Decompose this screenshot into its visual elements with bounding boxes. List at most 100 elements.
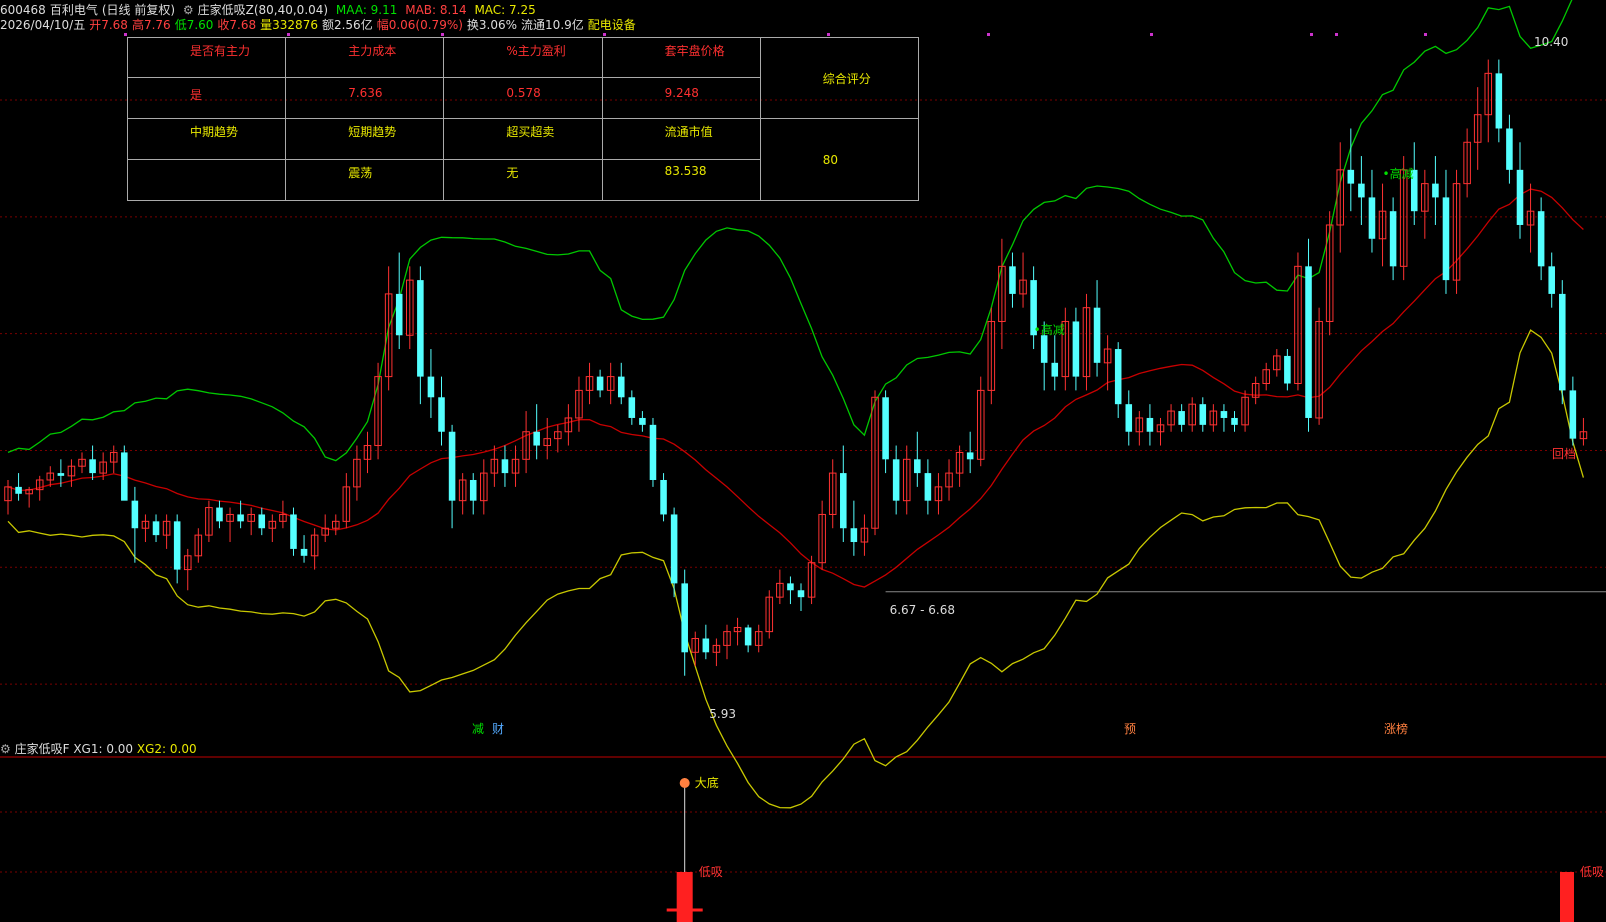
header-line-2: 2026/04/10/五 开7.68 高7.76 低7.60 收7.68 量332876 额… <box>0 17 640 33</box>
dixi-label: 低吸 <box>699 865 723 879</box>
candle-body <box>596 376 604 391</box>
subchart-header: ⚙ 庄家低吸F XG1: 0.00 XG2: 0.00 <box>0 740 197 757</box>
signal-tag: 减 <box>472 722 484 736</box>
low-price-label: 5.93 <box>709 707 736 721</box>
table-cell: 超买超卖 <box>443 118 603 160</box>
candle-body <box>1125 404 1133 432</box>
period-label[interactable]: (日线 前复权) <box>102 3 175 17</box>
candle-body <box>427 376 435 398</box>
candle-body <box>924 473 932 501</box>
signal-label: •高减 <box>1383 166 1414 181</box>
candle-body <box>131 500 139 529</box>
subchart-name[interactable]: 庄家低吸F <box>15 742 70 756</box>
candle-body <box>1347 169 1355 184</box>
score-value: 80 <box>759 118 920 201</box>
candle-body <box>1231 417 1238 425</box>
dadi-icon <box>679 778 690 788</box>
candle-body <box>121 452 128 501</box>
candle-body <box>1495 73 1503 129</box>
candle-body <box>533 431 540 446</box>
dixi-bar <box>1560 872 1574 922</box>
candle-body <box>1432 183 1439 198</box>
signal-tag: 预 <box>1124 722 1136 736</box>
candle-body <box>469 479 477 501</box>
table-cell: 流通市值 <box>601 118 761 160</box>
middle-band-line <box>7 188 1584 588</box>
header-line-1: 600468 百利电气 (日线 前复权) ⚙ 庄家低吸Z(80,40,0.04) MA… <box>0 2 540 18</box>
dixi-label: 低吸 <box>1580 865 1604 879</box>
candle-body <box>1051 362 1059 377</box>
turnover-value: 换3.06% <box>466 18 518 32</box>
candle-body <box>1506 128 1513 170</box>
stock-code: 600468 <box>0 3 46 17</box>
marker-dot <box>287 33 290 36</box>
candle-body <box>840 473 847 529</box>
xg1-value: XG1: 0.00 <box>73 742 134 756</box>
candle-body <box>417 280 424 377</box>
table-cell: 震荡 <box>285 159 445 201</box>
candle-body <box>1358 183 1365 198</box>
candle-body <box>1178 411 1185 425</box>
signal-tag: 涨榜 <box>1384 721 1408 736</box>
range-label: 6.67 - 6.68 <box>890 603 955 617</box>
candle-body <box>628 397 636 418</box>
dadi-label: 大底 <box>695 775 719 790</box>
table-cell <box>126 159 287 201</box>
candle-body <box>797 590 805 598</box>
candle-body <box>702 638 710 653</box>
candle-body <box>173 521 181 570</box>
marker-dot <box>1150 33 1153 36</box>
candle-body <box>1548 266 1555 294</box>
candle-body <box>1072 321 1080 377</box>
candle-body <box>670 514 678 584</box>
candle-body <box>1559 293 1566 391</box>
candle-body <box>237 514 244 522</box>
candle-body <box>438 397 445 432</box>
candle-body <box>1305 266 1312 418</box>
candle-body <box>617 376 625 398</box>
candle-body <box>744 627 752 646</box>
gear-icon[interactable]: ⚙ <box>183 3 194 17</box>
table-cell: 9.248 <box>601 77 761 119</box>
date-label: 2026/04/10/五 <box>0 18 86 32</box>
marker-dot <box>124 33 127 36</box>
low-value: 低7.60 <box>174 18 214 32</box>
table-header: 是否有主力 <box>126 37 287 78</box>
candle-body <box>216 507 223 522</box>
candle-body <box>1093 307 1101 363</box>
open-value: 开7.68 <box>89 18 128 32</box>
signal-label: •高减 <box>1034 322 1065 337</box>
table-cell: 无 <box>443 159 603 201</box>
score-label: 综合评分 <box>759 37 920 119</box>
float-cap-value: 流通10.9亿 <box>521 18 584 32</box>
signal-tag: 回档 <box>1552 447 1576 461</box>
candle-body <box>300 548 308 556</box>
table-cell: 是 <box>126 77 287 119</box>
gear-icon[interactable]: ⚙ <box>0 742 11 756</box>
indicator-name[interactable]: 庄家低吸Z(80,40,0.04) <box>198 3 328 17</box>
candle-body <box>290 514 297 549</box>
candle-body <box>258 514 266 529</box>
candle-body <box>395 293 403 336</box>
candle-body <box>966 452 974 460</box>
mab-value: MAB: 8.14 <box>405 3 467 17</box>
marker-dot <box>1310 33 1313 36</box>
stock-name: 百利电气 <box>49 3 98 17</box>
candle-body <box>1442 197 1450 281</box>
candle-body <box>1516 169 1524 225</box>
table-header: 主力成本 <box>285 37 445 78</box>
table-cell: 短期趋势 <box>285 118 445 160</box>
candle-body <box>660 479 667 515</box>
high-price-label: 10.40 <box>1534 35 1568 49</box>
candle-body <box>89 459 96 474</box>
marker-dot <box>1335 33 1338 36</box>
lower-band-line <box>7 329 1585 809</box>
candle-body <box>1146 417 1154 432</box>
high-value: 高7.76 <box>131 18 171 32</box>
candle-body <box>914 459 921 474</box>
candle-body <box>1199 404 1207 425</box>
change-value: 幅0.06(0.79%) <box>376 18 463 32</box>
candle-body <box>1220 411 1228 418</box>
candle-body <box>1040 335 1048 363</box>
industry-label[interactable]: 配电设备 <box>588 18 636 32</box>
